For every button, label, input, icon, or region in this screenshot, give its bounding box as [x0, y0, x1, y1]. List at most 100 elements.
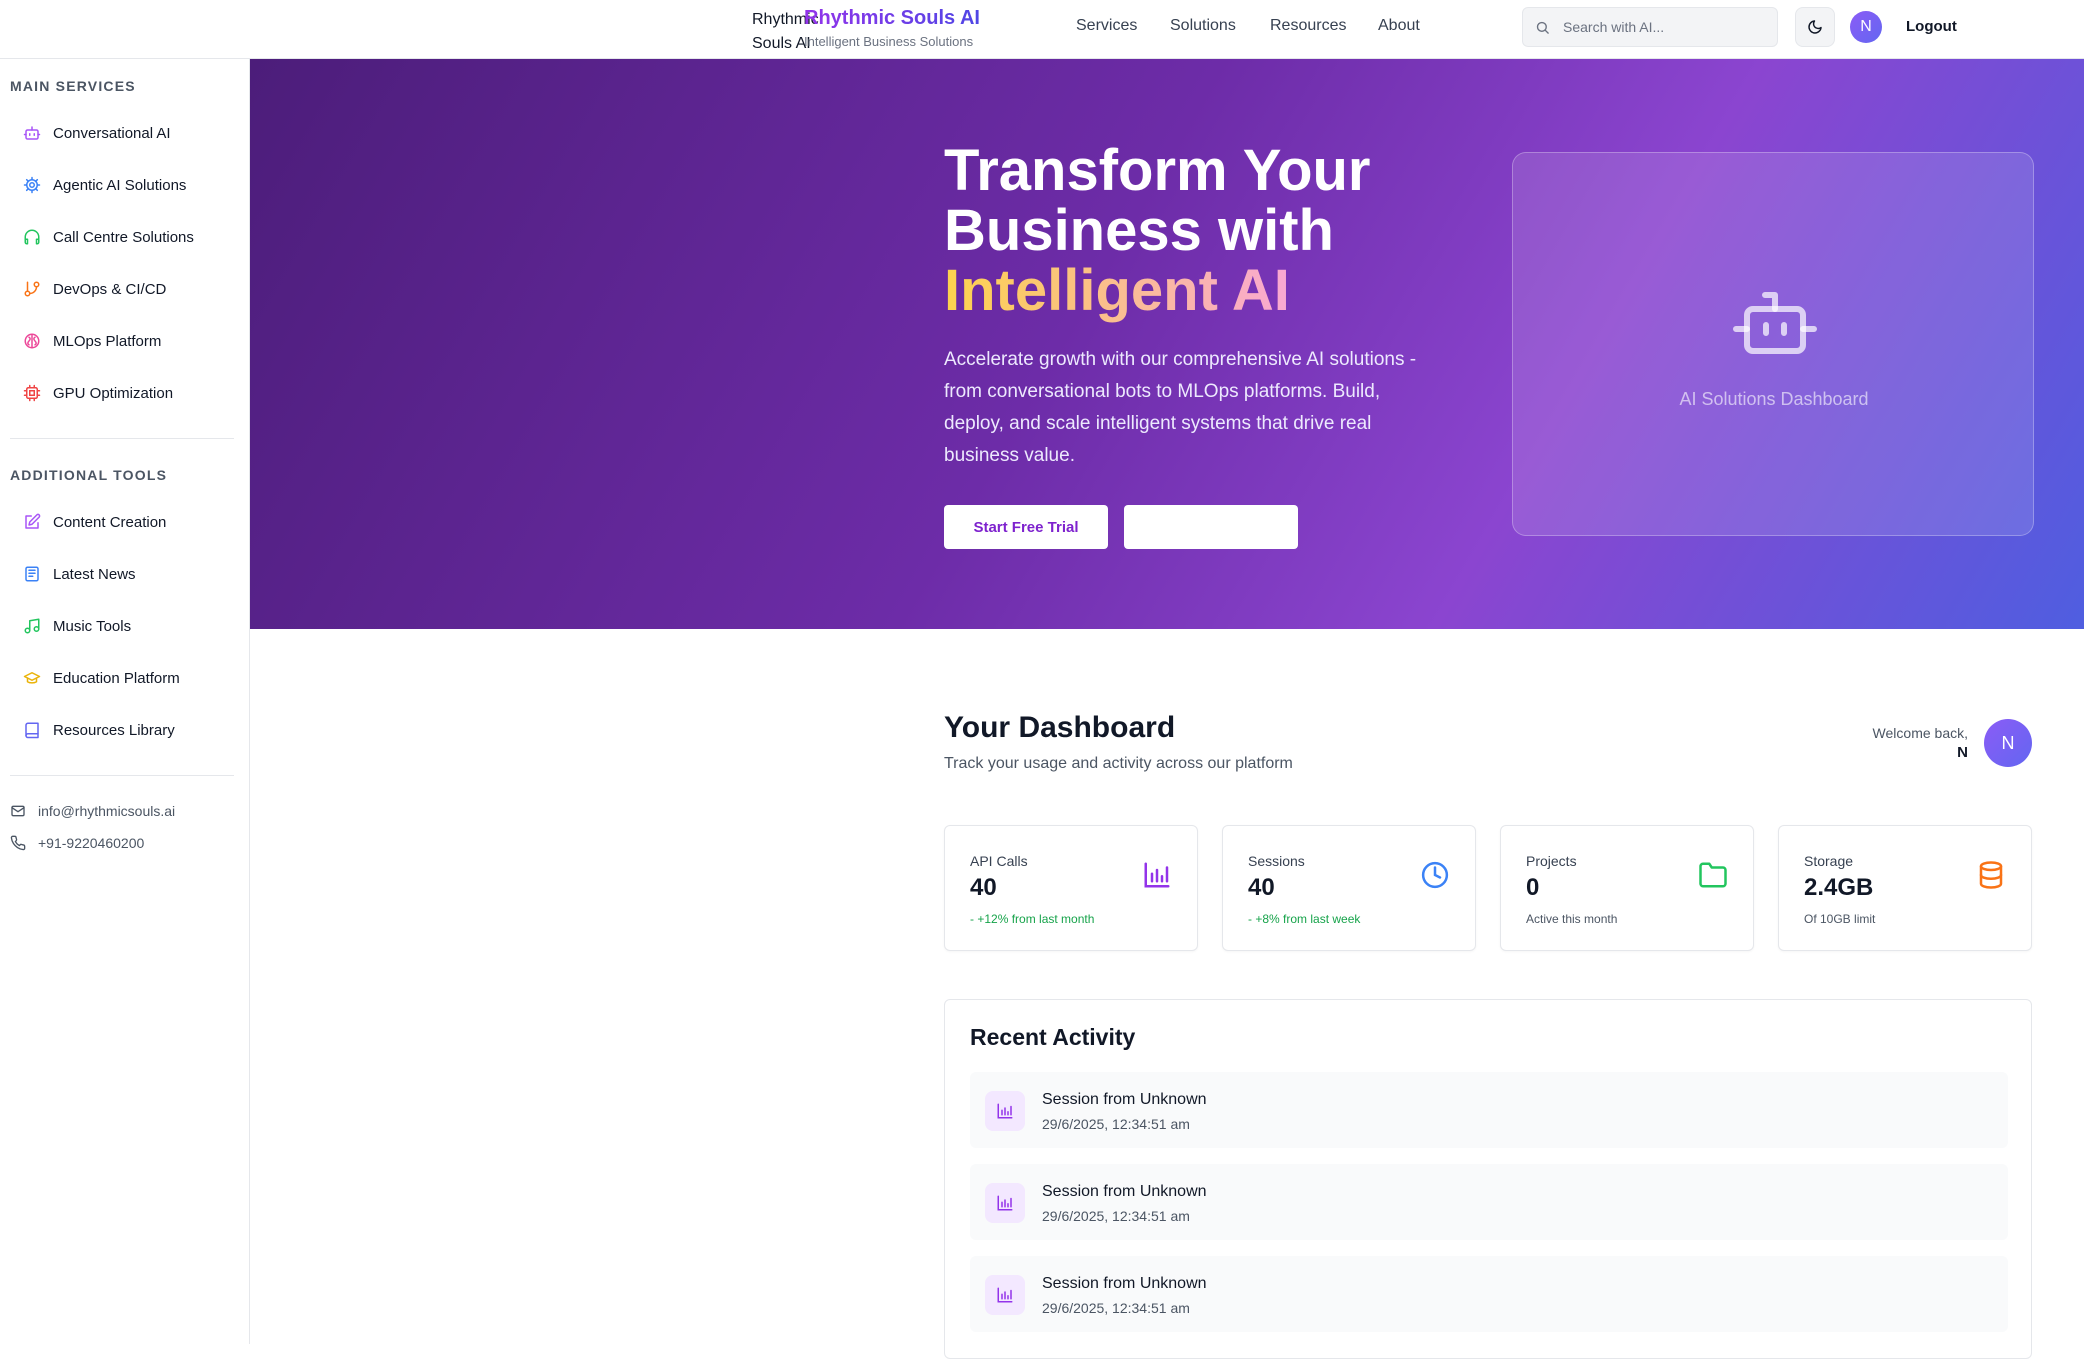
stat-note: - +8% from last week — [1248, 912, 1361, 926]
bot-icon — [21, 122, 43, 144]
sidebar-item-label: Content Creation — [53, 513, 167, 531]
nav-about[interactable]: About — [1378, 17, 1420, 35]
welcome-block: Welcome back, N — [1800, 723, 1968, 763]
hero-section: Transform Your Business with Intelligent… — [250, 59, 2084, 629]
stat-value: 40 — [1248, 874, 1275, 901]
sidebar-item-label: Latest News — [53, 565, 136, 583]
search-box[interactable] — [1522, 7, 1778, 47]
recent-activity-panel: Recent Activity Session from Unknown 29/… — [944, 999, 2032, 1359]
sidebar-item-education[interactable]: Education Platform — [10, 658, 232, 698]
sidebar-item-gpu[interactable]: GPU Optimization — [10, 373, 232, 413]
sidebar-item-label: Music Tools — [53, 617, 132, 635]
activity-time: 29/6/2025, 12:34:51 am — [1042, 1300, 1190, 1316]
sidebar-item-content-creation[interactable]: Content Creation — [10, 502, 232, 542]
clock-icon — [1420, 860, 1450, 890]
stat-value: 2.4GB — [1804, 874, 1874, 901]
dashboard-avatar: N — [1984, 719, 2032, 767]
logout-button[interactable]: Logout — [1906, 18, 1957, 35]
email-text: info@rhythmicsouls.ai — [38, 803, 176, 819]
database-icon — [1976, 860, 2006, 890]
sidebar-item-music-tools[interactable]: Music Tools — [10, 606, 232, 646]
hero-description: Accelerate growth with our comprehensive… — [944, 349, 1417, 466]
stat-note: - +12% from last month — [970, 912, 1095, 926]
bar-chart-icon — [1142, 860, 1172, 890]
activity-row[interactable]: Session from Unknown 29/6/2025, 12:34:51… — [970, 1072, 2008, 1148]
top-navbar: Rhythmic Souls AI Logo Rhythmic Souls AI… — [0, 0, 2084, 76]
stat-value: 40 — [970, 874, 997, 901]
cog-icon — [21, 174, 43, 196]
activity-row[interactable]: Session from Unknown 29/6/2025, 12:34:51… — [970, 1256, 2008, 1332]
activity-row[interactable]: Session from Unknown 29/6/2025, 12:34:51… — [970, 1164, 2008, 1240]
stat-title: Sessions — [1248, 853, 1305, 869]
stat-card-api-calls: API Calls 40 - +12% from last month — [944, 825, 1198, 951]
sidebar-divider — [10, 775, 234, 776]
stat-card-storage: Storage 2.4GB Of 10GB limit — [1778, 825, 2032, 951]
sidebar-item-label: Agentic AI Solutions — [53, 176, 187, 194]
stat-title: Storage — [1804, 853, 1854, 869]
hero-preview-card: AI Solutions Dashboard — [1512, 152, 2034, 536]
activity-title: Session from Unknown — [1042, 1275, 1207, 1292]
hero-title-highlight: Intelligent AI — [944, 258, 1290, 323]
bot-icon — [1732, 283, 1818, 355]
sidebar-item-label: Conversational AI — [53, 124, 171, 142]
graduation-cap-icon — [21, 667, 43, 689]
activity-time: 29/6/2025, 12:34:51 am — [1042, 1208, 1190, 1224]
activity-title: Session from Unknown — [1042, 1183, 1207, 1200]
start-free-trial-button[interactable]: Start Free Trial — [944, 505, 1108, 549]
nav-solutions[interactable]: Solutions — [1170, 17, 1236, 35]
nav-services[interactable]: Services — [1076, 17, 1137, 35]
sidebar-email[interactable]: info@rhythmicsouls.ai — [10, 803, 175, 819]
brand-name[interactable]: Rhythmic Souls AI — [804, 7, 980, 30]
sidebar-item-label: MLOps Platform — [53, 332, 162, 350]
sidebar-item-label: Education Platform — [53, 669, 180, 687]
sidebar-tools-heading: ADDITIONAL TOOLS — [10, 467, 168, 483]
stat-note: Of 10GB limit — [1804, 912, 1876, 926]
stat-card-sessions: Sessions 40 - +8% from last week — [1222, 825, 1476, 951]
sidebar-item-latest-news[interactable]: Latest News — [10, 554, 232, 594]
search-icon — [1535, 20, 1550, 35]
sidebar-item-resources-library[interactable]: Resources Library — [10, 710, 232, 750]
sidebar-divider — [10, 438, 234, 439]
cpu-icon — [21, 382, 43, 404]
search-input[interactable] — [1563, 8, 1769, 46]
hero-title: Transform Your Business with Intelligent… — [944, 141, 1504, 321]
brand-tagline: Intelligent Business Solutions — [804, 34, 974, 49]
sidebar-item-mlops[interactable]: MLOps Platform — [10, 321, 232, 361]
newspaper-icon — [21, 563, 43, 585]
book-icon — [21, 719, 43, 741]
user-avatar[interactable]: N — [1850, 11, 1882, 43]
sidebar-item-call-centre[interactable]: Call Centre Solutions — [10, 217, 232, 257]
hero-title-line2: Business with — [944, 198, 1334, 263]
dashboard-title: Your Dashboard — [944, 711, 1176, 744]
bar-chart-icon — [985, 1091, 1025, 1131]
nav-resources[interactable]: Resources — [1270, 17, 1346, 35]
activity-heading: Recent Activity — [970, 1024, 1136, 1050]
headphones-icon — [21, 226, 43, 248]
bar-chart-icon — [985, 1275, 1025, 1315]
music-icon — [21, 615, 43, 637]
sidebar-item-conversational-ai[interactable]: Conversational AI — [10, 113, 232, 153]
sidebar-item-devops[interactable]: DevOps & CI/CD — [10, 269, 232, 309]
stat-title: Projects — [1526, 853, 1577, 869]
hero-title-line1: Transform Your — [944, 138, 1371, 203]
stat-title: API Calls — [970, 853, 1028, 869]
bar-chart-icon — [985, 1183, 1025, 1223]
secondary-cta-button[interactable] — [1124, 505, 1298, 549]
stat-value: 0 — [1526, 874, 1540, 901]
sidebar-phone[interactable]: +91-9220460200 — [10, 835, 144, 851]
sidebar-item-label: Resources Library — [53, 721, 175, 739]
welcome-label: Welcome back, — [1872, 725, 1968, 741]
phone-icon — [10, 835, 28, 851]
dashboard-subtitle: Track your usage and activity across our… — [944, 755, 1293, 772]
folder-icon — [1698, 860, 1728, 890]
sidebar-main-heading: MAIN SERVICES — [10, 78, 136, 94]
mail-icon — [10, 803, 28, 819]
phone-text: +91-9220460200 — [38, 835, 145, 851]
sidebar-item-agentic-ai[interactable]: Agentic AI Solutions — [10, 165, 232, 205]
sidebar-item-label: Call Centre Solutions — [53, 228, 194, 246]
welcome-user-name: N — [1957, 744, 1968, 761]
sidebar: MAIN SERVICES Conversational AI Agentic … — [0, 59, 250, 1344]
activity-time: 29/6/2025, 12:34:51 am — [1042, 1116, 1190, 1132]
hero-card-caption: AI Solutions Dashboard — [1679, 389, 1869, 409]
theme-toggle-button[interactable] — [1795, 7, 1835, 47]
